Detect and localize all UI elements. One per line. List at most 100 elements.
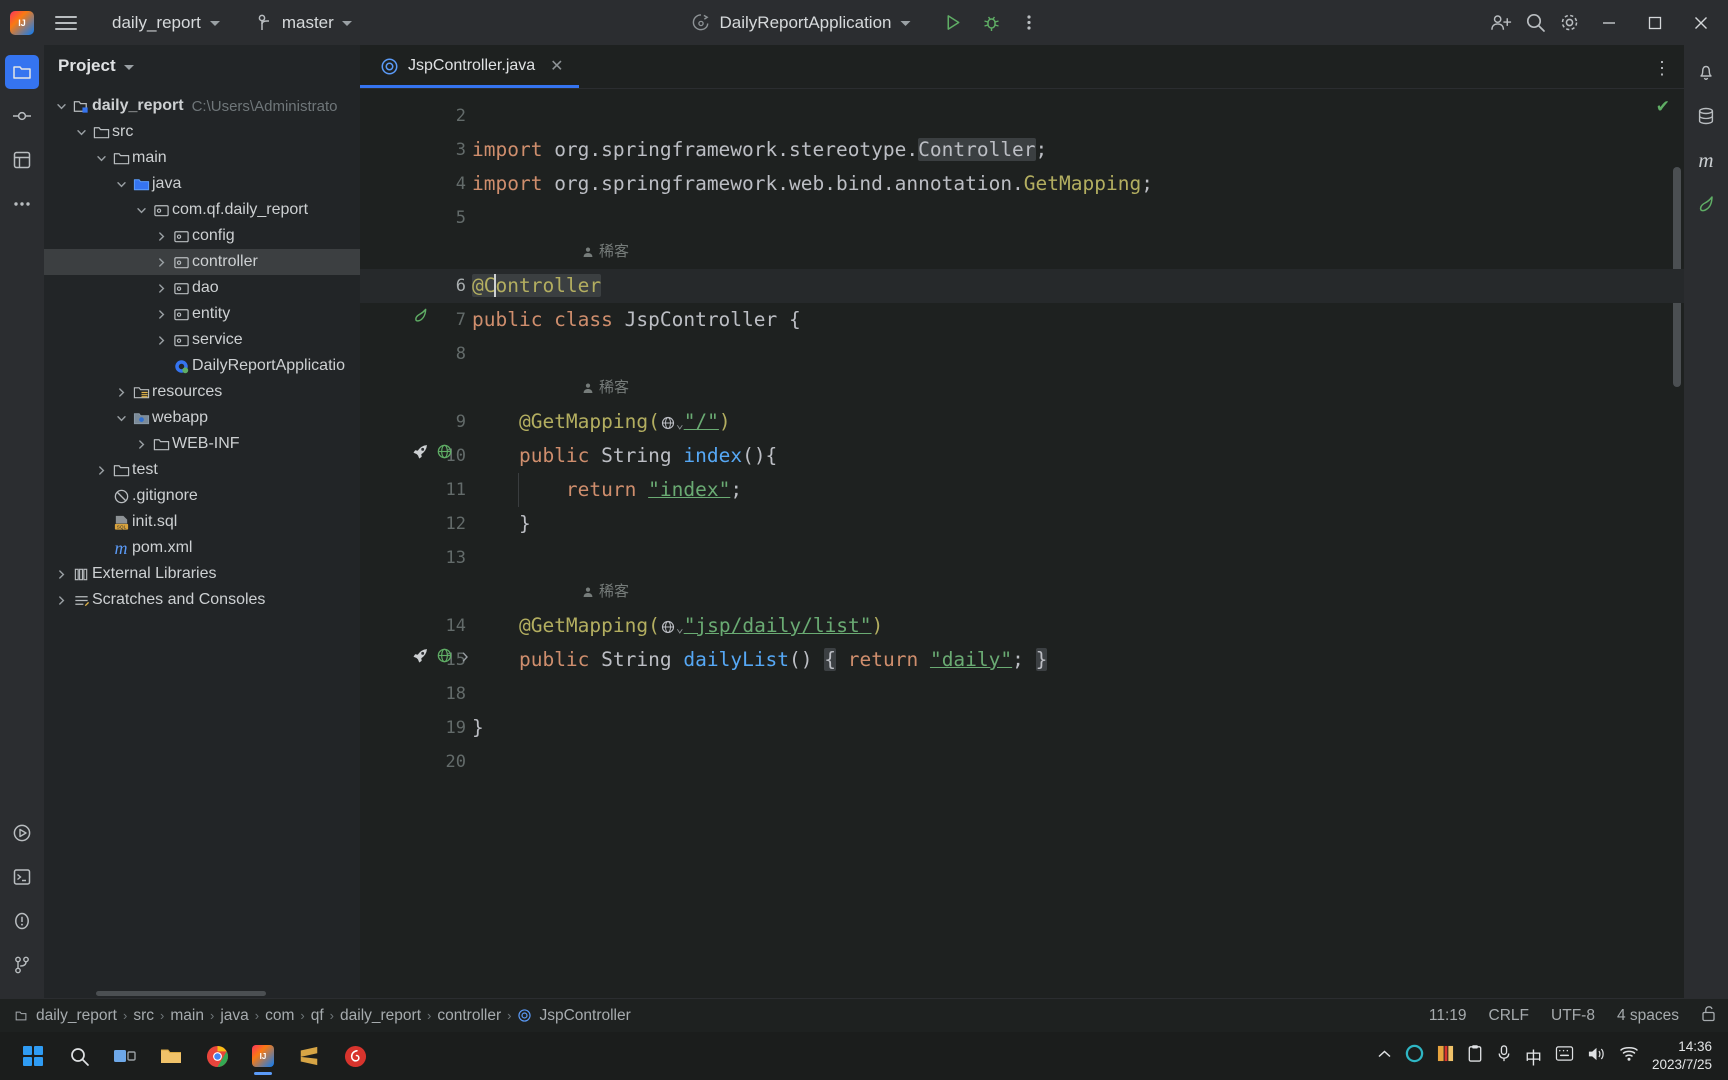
breadcrumb[interactable]: daily_report › src › main › java › com › qf › daily_…: [12, 1005, 634, 1027]
project-selector[interactable]: daily_report: [104, 9, 228, 37]
run-endpoint-gutter-icon[interactable]: [412, 439, 429, 473]
search-everywhere-button[interactable]: [1518, 6, 1552, 40]
tab-jspcontroller-java[interactable]: JspController.java ✕: [360, 44, 579, 88]
tree-node-toggle[interactable]: [112, 413, 130, 424]
sidebar-item-maven[interactable]: m: [1689, 143, 1723, 177]
sidebar-item-database[interactable]: [1689, 99, 1723, 133]
tree-node-toggle[interactable]: [152, 257, 170, 268]
web-mapping-gutter-icon[interactable]: [436, 439, 453, 473]
breadcrumb-item-main[interactable]: main: [167, 1005, 207, 1027]
tree-node-java[interactable]: java: [44, 171, 360, 197]
breadcrumb-item-qf[interactable]: qf: [308, 1005, 327, 1027]
editor-scrollbar[interactable]: [1670, 89, 1684, 998]
tree-node-src[interactable]: src: [44, 119, 360, 145]
tree-node-controller[interactable]: controller: [44, 249, 360, 275]
close-button[interactable]: [1678, 0, 1724, 45]
tree-node-toggle[interactable]: [152, 335, 170, 346]
taskbar-netease-music[interactable]: [332, 1036, 378, 1076]
taskbar-intellij-idea[interactable]: IJ: [240, 1036, 286, 1076]
tree-node-gitignore[interactable]: .gitignore: [44, 483, 360, 509]
sidebar-item-spring[interactable]: [1689, 187, 1723, 221]
file-encoding[interactable]: UTF-8: [1551, 1007, 1595, 1025]
breadcrumb-item-java[interactable]: java: [217, 1005, 251, 1027]
maximize-button[interactable]: [1632, 0, 1678, 45]
clipboard-icon[interactable]: [1467, 1044, 1483, 1068]
editor-tab-options-icon[interactable]: ⋮: [1653, 59, 1672, 77]
tree-node-toggle[interactable]: [112, 387, 130, 398]
ok-check-icon[interactable]: ✔: [1656, 97, 1670, 117]
breadcrumb-item-daily-report[interactable]: daily_report: [12, 1005, 120, 1027]
tree-node-toggle[interactable]: [152, 283, 170, 294]
minimize-button[interactable]: [1586, 0, 1632, 45]
caret-position[interactable]: 11:19: [1429, 1007, 1467, 1025]
tree-node-dao[interactable]: dao: [44, 275, 360, 301]
close-icon[interactable]: ✕: [547, 56, 566, 76]
sidebar-item-run[interactable]: [5, 816, 39, 850]
tree-node-external-libraries[interactable]: External Libraries: [44, 561, 360, 587]
tree-node-toggle[interactable]: [132, 205, 150, 216]
project-tree-horizontal-scrollbar[interactable]: [96, 991, 266, 996]
tree-node-toggle[interactable]: [152, 309, 170, 320]
sidebar-item-commit[interactable]: [5, 99, 39, 133]
sidebar-item-notifications[interactable]: [1689, 55, 1723, 89]
tree-node-com-qf-daily-report[interactable]: com.qf.daily_report: [44, 197, 360, 223]
project-tree[interactable]: daily_report C:\Users\Administrato src main…: [44, 87, 360, 998]
indent-setting[interactable]: 4 spaces: [1617, 1007, 1679, 1025]
code-with-me-button[interactable]: [1484, 6, 1518, 40]
sidebar-item-version-control[interactable]: [5, 948, 39, 982]
tree-node-web-inf[interactable]: WEB-INF: [44, 431, 360, 457]
tree-node-toggle[interactable]: [92, 465, 110, 476]
editor-code[interactable]: ✔ 稀客 稀客 稀客 import org.springframework.stere…: [470, 89, 1684, 998]
unlocked-icon[interactable]: [1701, 1005, 1716, 1027]
circle-teal-icon[interactable]: [1405, 1044, 1424, 1068]
run-endpoint-gutter-icon[interactable]: [412, 643, 429, 677]
sogou-icon[interactable]: [1437, 1044, 1454, 1068]
tree-node-service[interactable]: service: [44, 327, 360, 353]
tree-node-toggle[interactable]: [132, 439, 150, 450]
microphone-icon[interactable]: [1496, 1044, 1512, 1068]
sidebar-item-terminal[interactable]: [5, 860, 39, 894]
tree-node-toggle[interactable]: [92, 153, 110, 164]
taskbar-search[interactable]: [56, 1036, 102, 1076]
chevron-up-icon[interactable]: [1377, 1047, 1392, 1065]
tree-node-toggle[interactable]: [112, 179, 130, 190]
tree-node-toggle[interactable]: [52, 569, 70, 580]
tree-node-main[interactable]: main: [44, 145, 360, 171]
taskbar-chrome[interactable]: [194, 1036, 240, 1076]
network-icon[interactable]: [1619, 1045, 1639, 1068]
line-separator[interactable]: CRLF: [1489, 1007, 1529, 1025]
breadcrumb-item-src[interactable]: src: [130, 1005, 157, 1027]
tree-node-scratches-and-consoles[interactable]: Scratches and Consoles: [44, 587, 360, 613]
run-configuration-selector[interactable]: DailyReportApplication: [682, 8, 921, 38]
sidebar-item-project[interactable]: [5, 55, 39, 89]
tree-node-resources[interactable]: resources: [44, 379, 360, 405]
branch-selector[interactable]: master: [250, 9, 360, 37]
tree-node-daily-report[interactable]: daily_report C:\Users\Administrato: [44, 93, 360, 119]
tree-node-entity[interactable]: entity: [44, 301, 360, 327]
tree-node-toggle[interactable]: [52, 101, 70, 112]
hamburger-menu-icon[interactable]: [44, 0, 88, 45]
breadcrumb-item-daily-report[interactable]: daily_report: [337, 1005, 424, 1027]
sidebar-item-more[interactable]: [5, 187, 39, 221]
settings-button[interactable]: [1552, 6, 1586, 40]
tree-node-toggle[interactable]: [72, 127, 90, 138]
breadcrumb-item-jspcontroller[interactable]: JspController: [514, 1005, 633, 1027]
editor-gutter[interactable]: 2 3 4 5 6 7 8 9 10 11 12 13 14 15 18 19 20: [360, 89, 470, 998]
tree-node-config[interactable]: config: [44, 223, 360, 249]
taskbar-task-view[interactable]: [102, 1036, 148, 1076]
tree-node-init-sql[interactable]: SQL init.sql: [44, 509, 360, 535]
sidebar-item-problems[interactable]: [5, 904, 39, 938]
tree-node-toggle[interactable]: [152, 231, 170, 242]
spring-bean-gutter-icon[interactable]: [412, 303, 429, 337]
volume-icon[interactable]: [1587, 1045, 1606, 1068]
ime-chinese-icon[interactable]: 中: [1525, 1044, 1542, 1069]
breadcrumb-item-com[interactable]: com: [262, 1005, 297, 1027]
run-button[interactable]: [936, 6, 970, 40]
project-panel-header[interactable]: Project: [44, 45, 360, 87]
ime-panel-icon[interactable]: [1555, 1045, 1574, 1067]
tree-node-dailyreportapplicatio[interactable]: DailyReportApplicatio: [44, 353, 360, 379]
tree-node-toggle[interactable]: [52, 595, 70, 606]
taskbar-sublime-text[interactable]: [286, 1036, 332, 1076]
breadcrumb-item-controller[interactable]: controller: [434, 1005, 504, 1027]
taskbar-file-explorer[interactable]: [148, 1036, 194, 1076]
